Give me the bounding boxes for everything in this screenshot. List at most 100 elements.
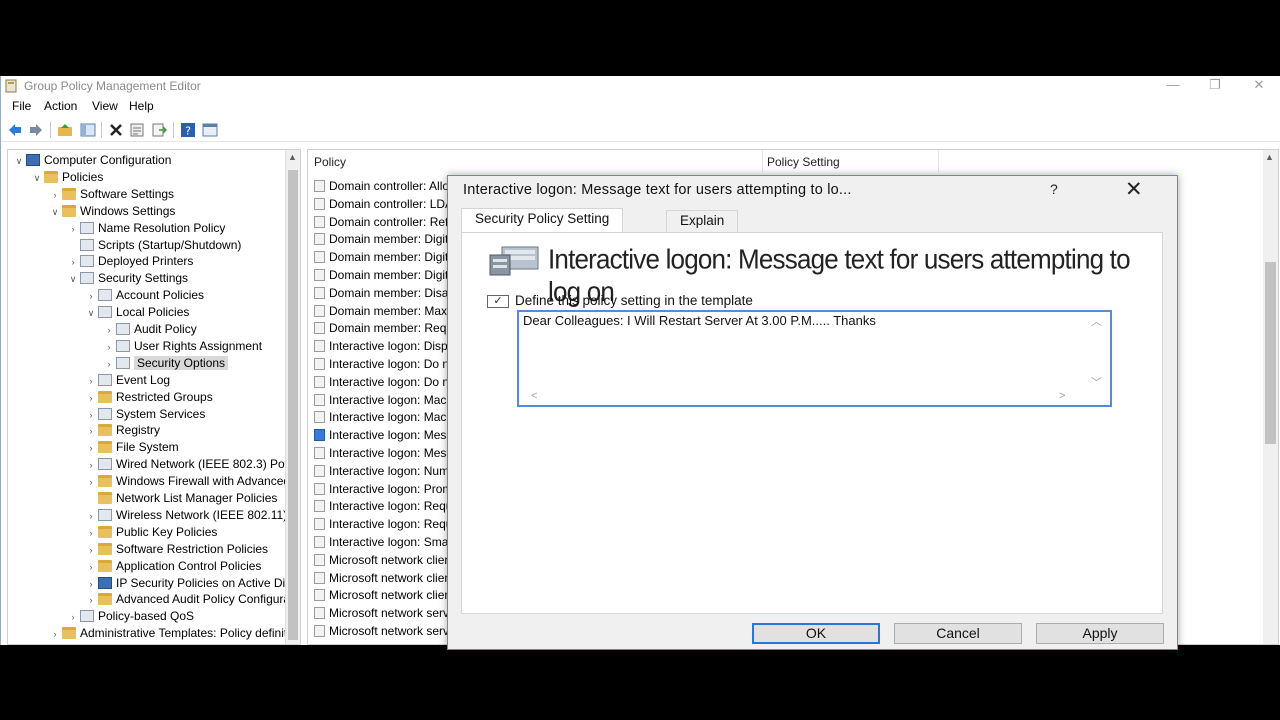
scroll-up-icon[interactable]: ▲ [288,152,297,162]
chevron-right-icon[interactable]: › [86,559,96,576]
tree-item[interactable]: › Audit Policy [104,321,197,338]
table-row[interactable]: Interactive logon: Numb [314,463,454,480]
define-policy-label[interactable]: Define this policy setting in the templa… [515,293,753,308]
chevron-right-icon[interactable]: › [50,626,60,643]
tree-item[interactable]: ∨ Security Settings [68,270,188,287]
scroll-down-icon[interactable]: ﹀ [1091,374,1102,390]
table-row[interactable]: Domain member: Digita [314,249,454,266]
help-icon[interactable]: ? [180,122,196,138]
show-hide-tree-icon[interactable] [80,122,96,138]
table-row[interactable]: Microsoft network serve [314,605,454,622]
console-icon[interactable] [202,122,218,138]
table-row[interactable]: Microsoft network serve [314,623,454,640]
delete-icon[interactable] [108,122,124,138]
tree-item[interactable]: › Software Restriction Policies [86,541,269,559]
scroll-up-icon[interactable]: ▲ [1265,152,1274,162]
properties-icon[interactable] [129,122,145,138]
tree-item[interactable]: › Advanced Audit Policy Configurat [86,591,294,608]
tree-item[interactable]: › IP Security Policies on Active Dire [86,575,296,592]
tree-item[interactable]: › Wired Network (IEEE 802.3) Policie [86,456,301,473]
chevron-right-icon[interactable]: › [86,440,96,457]
tree-item[interactable]: › Name Resolution Policy [68,220,226,237]
chevron-down-icon[interactable]: ∨ [68,271,78,288]
scroll-right-icon[interactable]: > [1059,390,1065,402]
chevron-right-icon[interactable]: › [86,508,96,525]
table-row[interactable]: Interactive logon: Machi [314,392,454,409]
list-scrollbar[interactable]: ▲ [1263,150,1278,644]
table-row[interactable]: Domain member: Digita [314,231,454,248]
table-row[interactable]: Domain controller: LDAP [314,196,454,213]
close-button[interactable]: ✕ [1237,76,1280,96]
tree-scroll-thumb[interactable] [288,170,298,640]
tree-item[interactable]: › Administrative Templates: Policy defini… [50,625,290,642]
chevron-right-icon[interactable]: › [86,407,96,424]
chevron-right-icon[interactable]: › [86,542,96,559]
table-row[interactable]: Interactive logon: Displa [314,338,454,355]
chevron-right-icon[interactable]: › [86,390,96,407]
tree-item[interactable]: Scripts (Startup/Shutdown) [68,237,241,254]
tree-item[interactable]: ∨ Local Policies [86,304,190,322]
table-row[interactable]: Interactive logon: Do no [314,356,454,373]
forward-icon[interactable] [28,122,44,138]
chevron-right-icon[interactable]: › [68,609,78,626]
tree-item[interactable]: › Application Control Policies [86,558,262,576]
chevron-right-icon[interactable]: › [50,187,60,204]
table-row[interactable]: Interactive logon: Messa [314,427,454,444]
tree-item[interactable]: › Deployed Printers [68,253,194,271]
table-row[interactable]: Domain member: Requi [314,320,454,337]
chevron-down-icon[interactable]: ∨ [50,204,60,221]
table-row[interactable]: Interactive logon: Machi [314,409,454,426]
tree-item[interactable]: ∨ Windows Settings [50,203,176,221]
tree-item[interactable]: Network List Manager Policies [86,490,277,507]
restore-button[interactable]: ❐ [1193,76,1237,96]
menu-view[interactable]: View [92,99,118,113]
table-row[interactable]: Interactive logon: Smart [314,534,454,551]
back-icon[interactable] [7,122,23,138]
chevron-right-icon[interactable]: › [86,423,96,440]
chevron-right-icon[interactable]: › [104,356,114,373]
tab-security-policy-setting[interactable]: Security Policy Setting [461,208,624,233]
message-text-area[interactable]: Dear Colleagues: I Will Restart Server A… [517,310,1112,407]
tree-item[interactable]: › Event Log [86,372,171,390]
minimize-button[interactable]: — [1151,76,1195,96]
tree-item[interactable]: › Restricted Groups [86,389,213,406]
chevron-right-icon[interactable]: › [86,576,96,593]
chevron-down-icon[interactable]: ∨ [86,305,96,322]
scroll-left-icon[interactable]: < [531,390,537,402]
table-row[interactable]: Interactive logon: Messa [314,445,454,462]
chevron-right-icon[interactable]: › [86,525,96,542]
chevron-right-icon[interactable]: › [68,254,78,271]
cancel-button[interactable]: Cancel [894,623,1022,644]
table-row[interactable]: Interactive logon: Promp [314,481,454,498]
chevron-right-icon[interactable]: › [86,373,96,390]
scroll-up-icon[interactable]: ︿ [1091,313,1102,329]
ok-button[interactable]: OK [752,623,880,644]
tree-item[interactable]: › Windows Firewall with Advanced [86,473,291,491]
tree-item[interactable]: › File System [86,439,179,456]
up-folder-icon[interactable] [57,122,73,138]
chevron-right-icon[interactable]: › [86,288,96,305]
tree-item[interactable]: › Policy-based QoS [68,608,195,626]
table-row[interactable]: Microsoft network client [314,587,454,604]
menu-action[interactable]: Action [44,99,77,113]
tree-item[interactable]: › Account Policies [86,287,205,305]
table-row[interactable]: Microsoft network client [314,552,454,569]
chevron-right-icon[interactable]: › [104,339,114,356]
table-row[interactable]: Domain member: Maxin [314,303,454,320]
chevron-right-icon[interactable]: › [104,322,114,339]
table-row[interactable]: Interactive logon: Do no [314,374,454,391]
define-policy-checkbox[interactable]: ✓ [487,295,509,308]
menu-help[interactable]: Help [129,99,154,113]
export-list-icon[interactable] [151,122,167,138]
table-row[interactable]: Microsoft network client [314,570,454,587]
chevron-down-icon[interactable]: ∨ [32,170,42,187]
tree-item[interactable]: › Wireless Network (IEEE 802.11) Po [86,507,301,524]
tree-item[interactable]: › Public Key Policies [86,524,218,542]
tree-item[interactable]: › Registry [86,422,161,440]
chevron-right-icon[interactable]: › [86,474,96,491]
column-policy-setting[interactable]: Policy Setting [767,155,840,169]
tree-item[interactable]: ∨ Policies [32,169,104,187]
table-row[interactable]: Interactive logon: Requi [314,516,454,533]
table-row[interactable]: Domain member: Disabl [314,285,454,302]
dialog-close-button[interactable]: ✕ [1125,177,1143,202]
